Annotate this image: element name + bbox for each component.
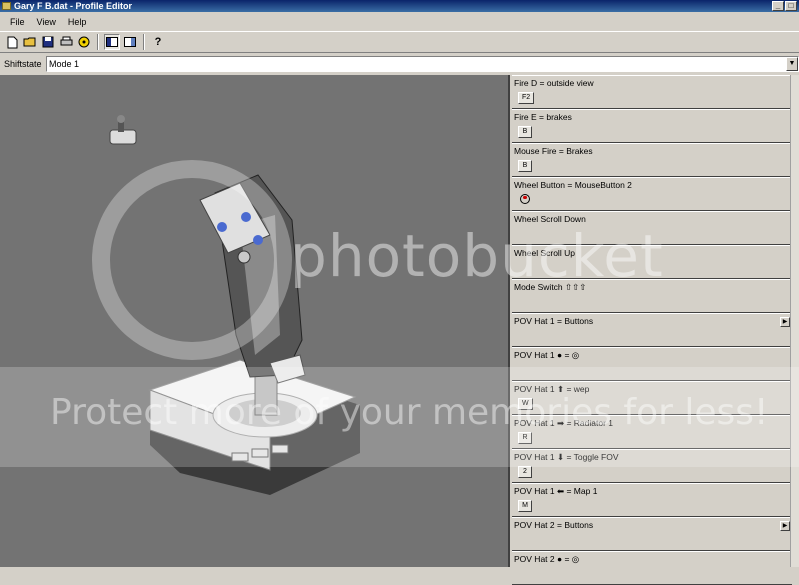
app-icon xyxy=(2,2,11,10)
entry-label: POV Hat 1 ⬅ = Map 1 xyxy=(514,486,598,496)
entry-label: POV Hat 1 ⬇ = Toggle FOV xyxy=(514,452,619,462)
shiftstate-value: Mode 1 xyxy=(49,59,80,69)
list-item[interactable]: POV Hat 2 = Buttons ▶ xyxy=(512,517,792,551)
joystick-illustration xyxy=(109,115,360,495)
list-item[interactable]: Mode Switch ⇧⇧⇧ xyxy=(512,279,792,313)
menu-view[interactable]: View xyxy=(31,17,62,27)
help-icon[interactable]: ? xyxy=(150,34,166,50)
entry-label: Wheel Scroll Down xyxy=(514,214,586,224)
entry-label: POV Hat 1 ⬆ = wep xyxy=(514,384,590,394)
new-file-icon[interactable] xyxy=(4,34,20,50)
toolbar-separator xyxy=(97,34,99,50)
joystick-viewport[interactable] xyxy=(0,75,508,567)
list-item[interactable]: Wheel Button = MouseButton 2 xyxy=(512,177,792,211)
shiftstate-row: Shiftstate Mode 1 ▼ xyxy=(0,55,799,73)
entry-label: Mouse Fire = Brakes xyxy=(514,146,593,156)
list-item[interactable]: POV Hat 1 ⬅ = Map 1 M xyxy=(512,483,792,517)
vertical-scrollbar[interactable] xyxy=(790,75,799,567)
title-bar: Gary F B.dat - Profile Editor _ □ xyxy=(0,0,799,12)
menu-help[interactable]: Help xyxy=(62,17,93,27)
chevron-down-icon[interactable]: ▼ xyxy=(786,57,798,71)
entry-label: Mode Switch ⇧⇧⇧ xyxy=(514,282,587,292)
expand-arrow-icon[interactable]: ▶ xyxy=(780,521,790,531)
entry-label: POV Hat 1 ● = ◎ xyxy=(514,350,580,360)
list-item[interactable]: POV Hat 2 ● = ◎ xyxy=(512,551,792,585)
key-button[interactable]: F2 xyxy=(518,92,535,104)
button-assignment-panel: Fire D = outside view F2 Fire E = brakes… xyxy=(508,75,799,585)
menu-bar: File View Help xyxy=(0,13,799,30)
print-icon[interactable] xyxy=(58,34,74,50)
entry-label: Fire E = brakes xyxy=(514,112,572,122)
list-item[interactable]: POV Hat 1 ⬆ = wep W xyxy=(512,381,792,415)
list-item[interactable]: Mouse Fire = Brakes B xyxy=(512,143,792,177)
shiftstate-label: Shiftstate xyxy=(4,59,42,69)
entry-label: POV Hat 2 = Buttons xyxy=(514,520,594,530)
radiation-icon[interactable] xyxy=(76,34,92,50)
entry-label: Fire D = outside view xyxy=(514,78,594,88)
entry-label: POV Hat 2 ● = ◎ xyxy=(514,554,580,564)
entry-label: POV Hat 1 = Buttons xyxy=(514,316,594,326)
key-button[interactable]: R xyxy=(518,432,532,444)
window-title: Gary F B.dat - Profile Editor xyxy=(14,1,133,11)
list-item[interactable]: Fire E = brakes B xyxy=(512,109,792,143)
list-item[interactable]: POV Hat 1 = Buttons ▶ xyxy=(512,313,792,347)
maximize-button[interactable]: □ xyxy=(785,1,797,11)
toolbar: ? xyxy=(0,31,799,53)
layout-right-icon[interactable] xyxy=(122,34,138,50)
menu-file[interactable]: File xyxy=(4,17,31,27)
save-icon[interactable] xyxy=(40,34,56,50)
mouse-icon[interactable] xyxy=(520,194,530,204)
throttle-thumbnail xyxy=(109,115,137,145)
list-item[interactable]: POV Hat 1 ● = ◎ xyxy=(512,347,792,381)
list-item[interactable]: Fire D = outside view F2 xyxy=(512,75,792,109)
key-button[interactable]: M xyxy=(518,500,532,512)
entry-label: POV Hat 1 ➡ = Radiator 1 xyxy=(514,418,614,428)
key-button[interactable]: W xyxy=(518,398,533,410)
entry-label: Wheel Button = MouseButton 2 xyxy=(514,180,632,190)
key-button[interactable]: B xyxy=(518,160,532,172)
assignment-list: Fire D = outside view F2 Fire E = brakes… xyxy=(512,75,792,585)
key-button[interactable]: B xyxy=(518,126,532,138)
list-item[interactable]: Wheel Scroll Down xyxy=(512,211,792,245)
minimize-button[interactable]: _ xyxy=(772,1,784,11)
shiftstate-select[interactable]: Mode 1 ▼ xyxy=(46,56,799,72)
expand-arrow-icon[interactable]: ▶ xyxy=(780,317,790,327)
layout-left-icon[interactable] xyxy=(104,34,120,50)
key-button[interactable]: 2 xyxy=(518,466,532,478)
list-item[interactable]: POV Hat 1 ➡ = Radiator 1 R xyxy=(512,415,792,449)
open-folder-icon[interactable] xyxy=(22,34,38,50)
toolbar-separator xyxy=(143,34,145,50)
list-item[interactable]: POV Hat 1 ⬇ = Toggle FOV 2 xyxy=(512,449,792,483)
list-item[interactable]: Wheel Scroll Up xyxy=(512,245,792,279)
entry-label: Wheel Scroll Up xyxy=(514,248,575,258)
